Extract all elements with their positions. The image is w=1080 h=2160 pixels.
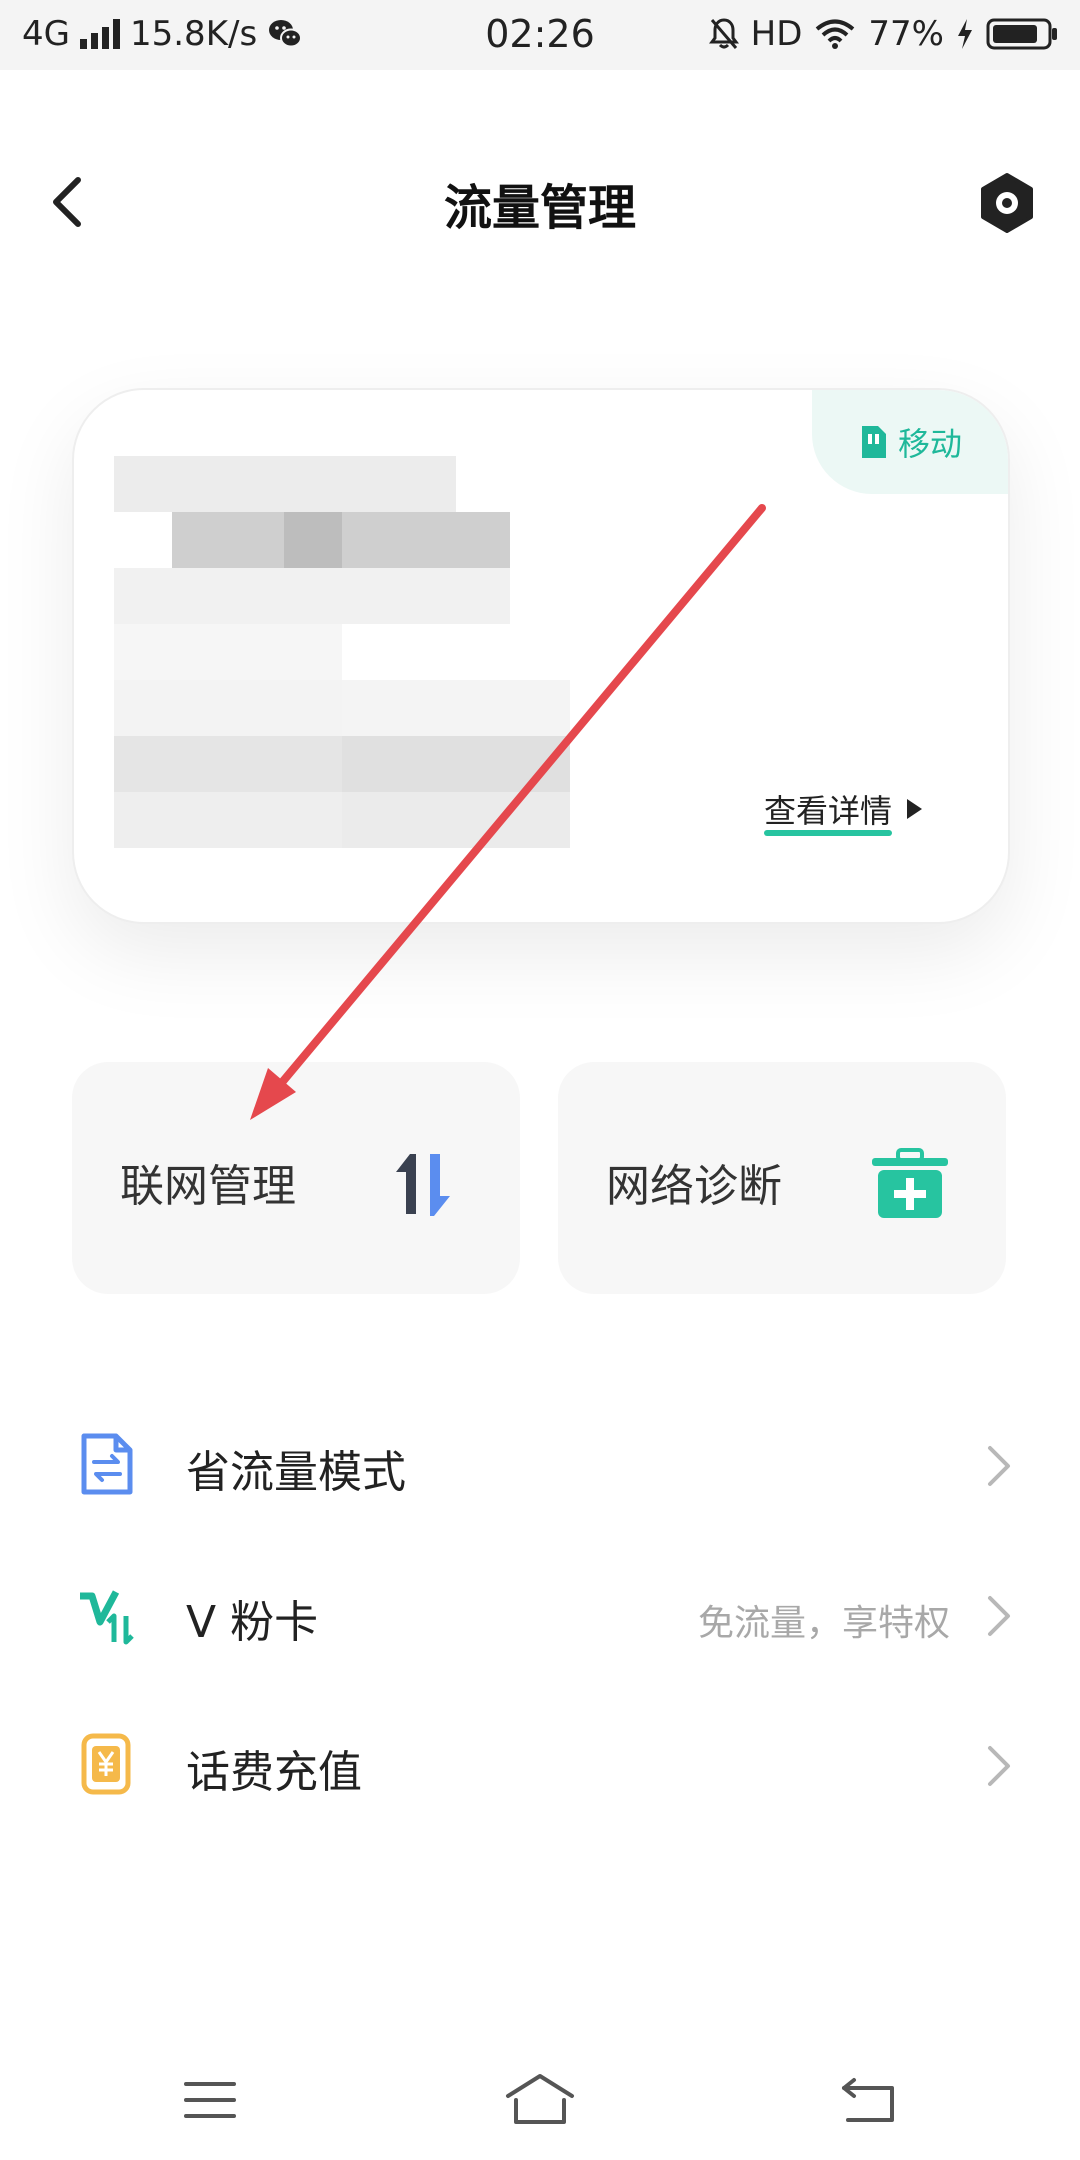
chevron-right-icon xyxy=(988,1596,1010,1636)
redacted-block xyxy=(114,792,342,848)
redacted-block xyxy=(114,736,342,792)
page-title: 流量管理 xyxy=(443,180,636,236)
medical-kit-icon xyxy=(872,1148,948,1218)
document-exchange-icon xyxy=(81,1433,133,1495)
view-details-label: 查看详情 xyxy=(764,786,893,836)
play-triangle-icon xyxy=(907,799,923,819)
chevron-right-icon xyxy=(988,1746,1010,1786)
network-management-tile[interactable]: 联网管理 xyxy=(72,1062,520,1294)
options-list: 省流量模式 V 粉卡 免流量，享特权 话费充值 xyxy=(0,1390,1080,1840)
system-nav-bar xyxy=(0,2040,1080,2160)
list-item-v-card[interactable]: V 粉卡 免流量，享特权 xyxy=(0,1540,1080,1690)
screen: 4G 15.8K/s 02:26 HD 77% 流量管理 移动 查看详情 联网管… xyxy=(0,0,1080,2160)
network-diagnosis-tile[interactable]: 网络诊断 xyxy=(558,1062,1006,1294)
redacted-block xyxy=(114,568,510,624)
status-bar: 4G 15.8K/s 02:26 HD 77% xyxy=(0,0,1080,70)
battery-icon xyxy=(986,18,1057,50)
menu-icon[interactable] xyxy=(170,2070,250,2130)
list-item-recharge[interactable]: 话费充值 xyxy=(0,1690,1080,1840)
wifi-icon xyxy=(816,19,855,49)
list-item-data-saver[interactable]: 省流量模式 xyxy=(0,1390,1080,1540)
list-item-label: 话费充值 xyxy=(186,1747,362,1798)
mute-bell-icon xyxy=(708,18,739,49)
redacted-block xyxy=(114,680,342,736)
carrier-name: 移动 xyxy=(897,425,962,463)
up-down-arrows-icon xyxy=(396,1154,450,1216)
data-usage-card[interactable]: 移动 查看详情 xyxy=(72,388,1010,924)
redacted-block xyxy=(342,792,570,848)
redacted-block xyxy=(114,624,342,680)
home-icon[interactable] xyxy=(500,2070,580,2130)
redacted-block xyxy=(284,512,342,568)
charging-bolt-icon xyxy=(958,19,972,49)
chevron-right-icon xyxy=(988,1446,1010,1486)
tile-label: 联网管理 xyxy=(120,1161,296,1212)
redacted-block xyxy=(114,456,456,512)
redacted-block xyxy=(342,680,570,736)
yuan-card-icon xyxy=(81,1733,131,1795)
battery-percent: 77% xyxy=(868,14,944,54)
v-card-logo-icon xyxy=(80,1590,134,1645)
carrier-tag: 移动 xyxy=(812,390,1008,494)
status-right: HD 77% xyxy=(708,14,1058,54)
sim-card-icon xyxy=(861,426,886,458)
hd-label: HD xyxy=(750,14,803,54)
settings-hexagon-icon[interactable] xyxy=(974,170,1040,236)
tile-label: 网络诊断 xyxy=(606,1161,782,1212)
redacted-block xyxy=(342,736,570,792)
back-icon[interactable] xyxy=(830,2070,910,2130)
view-details-link[interactable]: 查看详情 xyxy=(764,786,924,836)
list-item-label: 省流量模式 xyxy=(186,1447,406,1498)
list-item-label: V 粉卡 xyxy=(186,1597,319,1648)
list-item-subtitle: 免流量，享特权 xyxy=(697,1603,950,1644)
app-header: 流量管理 xyxy=(0,130,1080,270)
